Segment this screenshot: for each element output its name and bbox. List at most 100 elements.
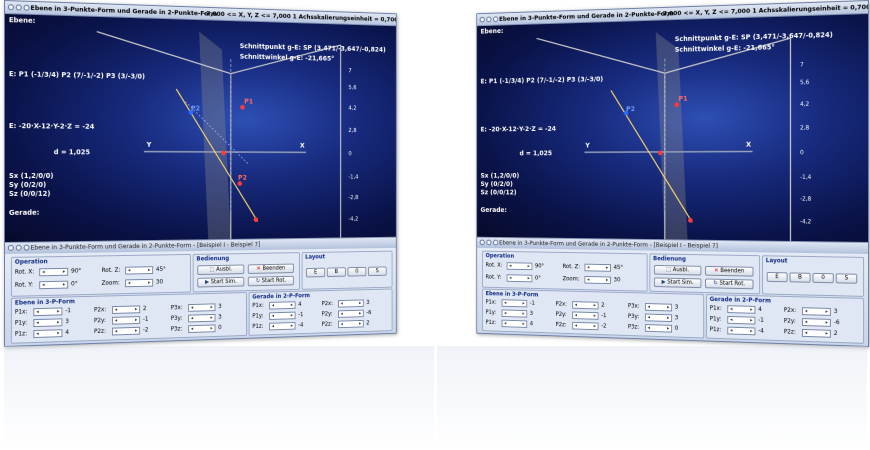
panel-controls[interactable] (8, 245, 30, 251)
3d-plot-area[interactable]: Ebene: E: P1 (-1/3/4) P2 (7/-1/-2) P3 (3… (5, 14, 396, 242)
layout-0-button[interactable]: 0 (813, 273, 834, 283)
p1x-spinner[interactable]: ◂ ▸ (33, 307, 62, 316)
layout-b-button[interactable]: B (790, 272, 811, 282)
p3z-spinner[interactable]: ◂ ▸ (645, 324, 672, 333)
window-dot-icon[interactable] (16, 245, 22, 251)
rotz-value: 45° (614, 264, 623, 271)
gerade-2p-label: Gerade in 2-P-Form (710, 296, 771, 304)
start-sim-button[interactable]: ▶ Start Sim. (197, 277, 244, 288)
normal-equation: E: -20·X-12·Y-2·Z = -24 (480, 125, 556, 133)
g-p2x-spinner[interactable]: ◂ ▸ (338, 299, 364, 307)
layout-s-button[interactable]: S (368, 266, 387, 276)
tick-label: 4,2 (800, 101, 809, 108)
g-p1z-spinner[interactable]: ◂ ▸ (269, 322, 295, 330)
g-p1x-spinner[interactable]: ◂ ▸ (727, 305, 755, 314)
roty-spinner[interactable]: ◂ ▸ (39, 281, 68, 290)
window-dot-icon[interactable] (486, 240, 491, 246)
rotz-value: 45° (156, 266, 166, 273)
p3y-value: 3 (218, 314, 221, 321)
zoom-spinner[interactable]: ◂ ▸ (584, 276, 610, 284)
p3y-spinner[interactable]: ◂ ▸ (645, 314, 672, 322)
rotz-spinner[interactable]: ◂ ▸ (584, 264, 610, 272)
window-dot-icon[interactable] (24, 5, 30, 11)
beenden-button[interactable]: ✕ Beenden (248, 264, 294, 274)
p3x-spinner[interactable]: ◂ ▸ (188, 303, 215, 311)
p3x-spinner[interactable]: ◂ ▸ (645, 303, 672, 311)
p1z-spinner[interactable]: ◂ ▸ (33, 329, 62, 338)
p2y-spinner[interactable]: ◂ ▸ (112, 316, 140, 325)
p3y-spinner[interactable]: ◂ ▸ (188, 314, 215, 322)
p2x-spinner[interactable]: ◂ ▸ (112, 305, 140, 314)
start-sim-icon: ▶ (205, 280, 209, 286)
zoom-value: 30 (156, 279, 163, 286)
beenden-icon: ✕ (714, 268, 719, 274)
p2y-spinner[interactable]: ◂ ▸ (572, 311, 598, 319)
g-p1x-value: 4 (758, 306, 762, 313)
rotx-label: Rot. X: (15, 268, 34, 275)
ausbl-label: Ausbl. (673, 267, 689, 273)
p2-label: P2 (626, 105, 635, 113)
sz-text: Sz (0/0/12) (9, 190, 50, 198)
start-rot-button[interactable]: ↻ Start Rot. (248, 276, 294, 287)
g-p2y-spinner[interactable]: ◂ ▸ (802, 318, 831, 327)
x-axis-label: X (746, 141, 751, 149)
zoom-spinner[interactable]: ◂ ▸ (125, 279, 153, 287)
rotx-spinner[interactable]: ◂ ▸ (507, 262, 533, 270)
window-dot-icon[interactable] (493, 16, 498, 22)
window-controls[interactable] (480, 16, 499, 22)
p1z-spinner[interactable]: ◂ ▸ (502, 320, 528, 328)
p1x-spinner[interactable]: ◂ ▸ (502, 299, 528, 307)
point-p2-line[interactable] (238, 181, 242, 186)
p1y-spinner[interactable]: ◂ ▸ (502, 309, 528, 317)
g-p2x-spinner[interactable]: ◂ ▸ (802, 307, 831, 316)
g-p1z-spinner[interactable]: ◂ ▸ (727, 327, 755, 336)
p2z-spinner[interactable]: ◂ ▸ (112, 327, 140, 336)
g-p2z-spinner[interactable]: ◂ ▸ (802, 329, 831, 338)
p2z-value: -2 (143, 327, 149, 334)
window-controls[interactable] (8, 4, 30, 11)
window-dot-icon[interactable] (480, 17, 485, 23)
beenden-button[interactable]: ✕ Beenden (705, 266, 753, 277)
window-dot-icon[interactable] (486, 17, 491, 23)
window-dot-icon[interactable] (24, 245, 30, 251)
g-p2y-spinner[interactable]: ◂ ▸ (338, 310, 364, 318)
g-p1y-spinner[interactable]: ◂ ▸ (269, 312, 295, 320)
rotx-spinner[interactable]: ◂ ▸ (39, 268, 68, 276)
window-dot-icon[interactable] (16, 4, 22, 10)
g-p2z-label: P2z: (784, 328, 796, 335)
tick-label: 2,8 (348, 127, 356, 134)
p3z-spinner[interactable]: ◂ ▸ (188, 324, 215, 333)
ausbl-button[interactable]: ⬚ Ausbl. (197, 265, 244, 275)
window-dot-icon[interactable] (8, 4, 14, 10)
gerade-2p-label: Gerade in 2-P-Form (252, 292, 310, 300)
panel-controls[interactable] (480, 240, 499, 246)
p2x-value: 2 (601, 302, 604, 309)
window-dot-icon[interactable] (8, 245, 14, 251)
layout-e-button[interactable]: E (767, 272, 788, 282)
y-axis-label: Y (585, 142, 589, 150)
ausbl-button[interactable]: ⬚ Ausbl. (654, 265, 701, 276)
point-p1[interactable] (240, 105, 244, 110)
layout-e-button[interactable]: E (306, 268, 325, 278)
g-p1y-spinner[interactable]: ◂ ▸ (727, 316, 755, 325)
3d-plot-area[interactable]: Ebene: E: P1 (-1/3/4) P2 (7/-1/-2) P3 (3… (477, 14, 868, 242)
window-dot-icon[interactable] (480, 240, 485, 246)
start-sim-button[interactable]: ▶ Start Sim. (654, 277, 701, 288)
layout-s-button[interactable]: S (836, 273, 857, 283)
g-p1x-spinner[interactable]: ◂ ▸ (269, 301, 295, 309)
layout-0-button[interactable]: 0 (348, 267, 367, 277)
p1y-spinner[interactable]: ◂ ▸ (33, 318, 62, 327)
layout-b-button[interactable]: B (327, 267, 346, 277)
point-p1-line[interactable] (688, 218, 693, 223)
point-sp[interactable] (658, 150, 663, 155)
p2x-spinner[interactable]: ◂ ▸ (572, 301, 598, 309)
p3x-label: P3x: (628, 303, 640, 310)
g-p2z-spinner[interactable]: ◂ ▸ (338, 320, 364, 328)
p2z-spinner[interactable]: ◂ ▸ (572, 322, 598, 330)
start-rot-button[interactable]: ↻ Start Rot. (705, 279, 753, 290)
point-sp[interactable] (221, 151, 226, 156)
point-p1-line[interactable] (254, 217, 258, 222)
rotz-spinner[interactable]: ◂ ▸ (125, 266, 153, 274)
roty-spinner[interactable]: ◂ ▸ (507, 274, 533, 282)
window-dot-icon[interactable] (493, 240, 498, 246)
